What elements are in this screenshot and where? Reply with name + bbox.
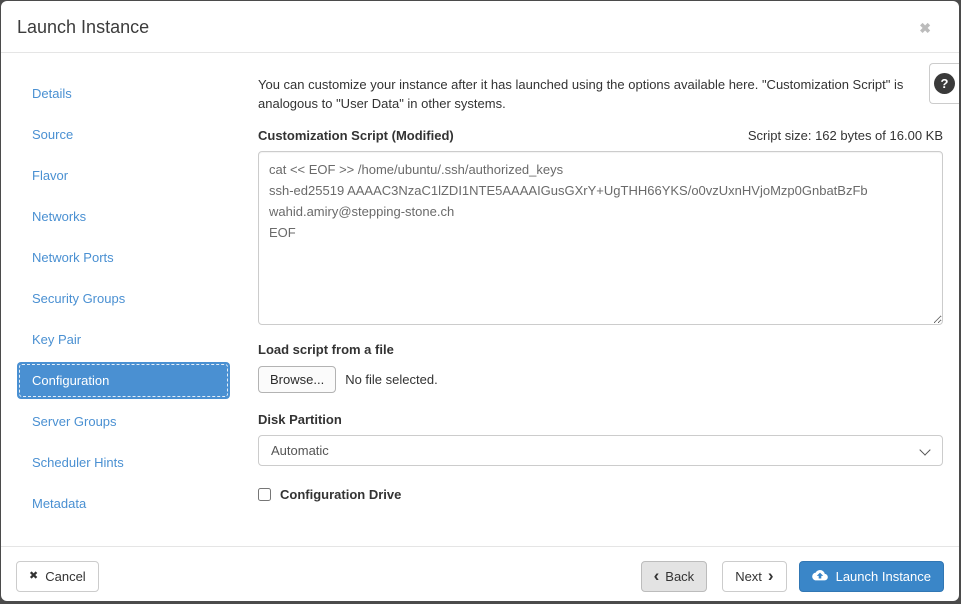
launch-instance-modal: Launch Instance ✖ Details Source Flavor … — [1, 1, 959, 601]
sidebar-item-details[interactable]: Details — [17, 75, 230, 112]
load-script-label: Load script from a file — [258, 342, 394, 357]
sidebar-item-networks[interactable]: Networks — [17, 198, 230, 235]
modal-header: Launch Instance ✖ — [1, 1, 959, 53]
sidebar-item-server-groups[interactable]: Server Groups — [17, 403, 230, 440]
panel-description: You can customize your instance after it… — [258, 77, 904, 111]
browse-button[interactable]: Browse... — [258, 366, 337, 393]
sidebar-item-scheduler-hints[interactable]: Scheduler Hints — [17, 444, 230, 481]
configuration-panel: You can customize your instance after it… — [258, 75, 943, 526]
disk-partition-select[interactable]: Automatic — [258, 435, 943, 466]
chevron-right-icon: › — [767, 566, 774, 585]
close-icon[interactable]: ✖ — [919, 21, 931, 35]
disk-partition-select-wrap: Automatic — [258, 435, 943, 466]
modal-title: Launch Instance — [17, 17, 150, 37]
sidebar-item-security-groups[interactable]: Security Groups — [17, 280, 230, 317]
cancel-label: Cancel — [45, 569, 86, 584]
script-header-row: Customization Script (Modified) Script s… — [258, 128, 943, 143]
launch-instance-label: Launch Instance — [835, 569, 931, 584]
sidebar-item-source[interactable]: Source — [17, 116, 230, 153]
customization-script-textarea[interactable]: cat << EOF >> /home/ubuntu/.ssh/authoriz… — [258, 151, 943, 325]
file-input-row: Browse... No file selected. — [258, 366, 943, 393]
no-file-selected-text: No file selected. — [345, 372, 438, 387]
footer-right-group: ‹ Back Next › Launch Instance — [640, 561, 944, 592]
next-label: Next — [735, 569, 762, 584]
chevron-left-icon: ‹ — [653, 566, 660, 585]
sidebar-item-key-pair[interactable]: Key Pair — [17, 321, 230, 358]
back-label: Back — [665, 569, 695, 584]
question-icon: ? — [934, 73, 955, 94]
sidebar-item-metadata[interactable]: Metadata — [17, 485, 230, 522]
back-button[interactable]: ‹ Back — [640, 561, 708, 592]
configuration-drive-checkbox[interactable] — [258, 488, 271, 501]
sidebar-item-flavor[interactable]: Flavor — [17, 157, 230, 194]
sidebar-item-network-ports[interactable]: Network Ports — [17, 239, 230, 276]
cancel-button[interactable]: ✖ Cancel — [16, 561, 99, 592]
modal-footer: ✖ Cancel ‹ Back Next › Launch Instance — [1, 546, 959, 601]
cloud-upload-icon — [811, 570, 828, 583]
modal-body: Details Source Flavor Networks Network P… — [1, 53, 959, 546]
customization-script-label: Customization Script (Modified) — [258, 128, 454, 143]
configuration-drive-label[interactable]: Configuration Drive — [280, 487, 401, 502]
configuration-drive-row: Configuration Drive — [258, 487, 943, 502]
sidebar-item-configuration[interactable]: Configuration — [17, 362, 230, 399]
x-icon: ✖ — [29, 570, 39, 582]
script-size-text: Script size: 162 bytes of 16.00 KB — [747, 128, 943, 143]
help-button[interactable]: ? — [929, 63, 959, 104]
wizard-nav: Details Source Flavor Networks Network P… — [17, 75, 230, 526]
next-button[interactable]: Next › — [722, 561, 787, 592]
disk-partition-label: Disk Partition — [258, 412, 342, 427]
launch-instance-button[interactable]: Launch Instance — [798, 561, 944, 592]
